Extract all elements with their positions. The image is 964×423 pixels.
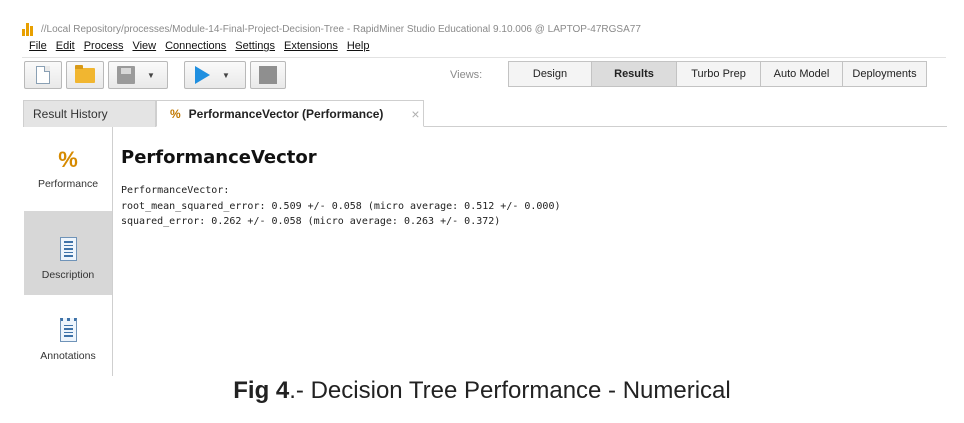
menu-view[interactable]: View (132, 40, 156, 55)
menu-help[interactable]: Help (347, 40, 370, 55)
new-process-icon (36, 66, 50, 84)
page-title: PerformanceVector (121, 147, 317, 168)
figure-caption-text: .- Decision Tree Performance - Numerical (289, 377, 731, 404)
view-design-tab[interactable]: Design (509, 62, 592, 86)
description-line: PerformanceVector: (121, 185, 230, 196)
sidebar-item-label: Annotations (40, 349, 96, 362)
view-deployments-tab[interactable]: Deployments (843, 62, 926, 86)
run-dropdown-icon[interactable]: ▼ (222, 71, 230, 80)
sidebar-item-annotations[interactable]: Annotations (24, 295, 112, 376)
performance-tab-icon: % (170, 106, 181, 121)
figure-number: Fig 4 (233, 377, 290, 404)
open-folder-icon (75, 64, 95, 83)
close-tab-icon[interactable]: × (411, 106, 419, 122)
menu-settings[interactable]: Settings (235, 40, 275, 55)
result-tabs: Result History % PerformanceVector (Perf… (23, 100, 947, 127)
view-results-tab[interactable]: Results (592, 62, 677, 86)
open-process-button[interactable] (66, 61, 104, 89)
views-label: Views: (450, 69, 483, 81)
description-line: squared_error: 0.262 +/- 0.058 (micro av… (121, 216, 501, 227)
save-icon (117, 66, 135, 84)
window-title: //Local Repository/processes/Module-14-F… (41, 23, 641, 35)
run-button[interactable]: ▼ (184, 61, 246, 89)
menu-connections[interactable]: Connections (165, 40, 226, 55)
view-turbo-prep-tab[interactable]: Turbo Prep (677, 62, 761, 86)
view-auto-model-tab[interactable]: Auto Model (761, 62, 843, 86)
tab-result-history[interactable]: Result History (23, 100, 156, 127)
performance-description-panel: PerformanceVector PerformanceVector: roo… (121, 147, 561, 227)
document-icon (59, 237, 77, 261)
sidebar-item-performance[interactable]: % Performance (24, 127, 112, 211)
run-icon (195, 66, 210, 84)
new-process-button[interactable] (24, 61, 62, 89)
views-switcher: Design Results Turbo Prep Auto Model Dep… (508, 61, 927, 87)
tab-performance-label: PerformanceVector (Performance) (188, 106, 384, 121)
menu-file[interactable]: File (29, 40, 47, 55)
window-titlebar: //Local Repository/processes/Module-14-F… (22, 21, 641, 37)
stop-button[interactable] (250, 61, 286, 89)
tab-performance-vector[interactable]: % PerformanceVector (Performance) × (156, 100, 424, 127)
percent-icon: % (58, 147, 78, 172)
sidebar-item-description[interactable]: Description (24, 211, 112, 295)
sidebar-item-label: Performance (37, 178, 99, 190)
stop-icon (259, 66, 277, 84)
sidebar-item-label: Description (41, 269, 95, 281)
menu-bar: File Edit Process View Connections Setti… (29, 40, 369, 55)
description-line: root_mean_squared_error: 0.509 +/- 0.058… (121, 201, 561, 212)
menu-process[interactable]: Process (84, 40, 124, 55)
menu-extensions[interactable]: Extensions (284, 40, 338, 55)
save-dropdown-icon[interactable]: ▼ (147, 71, 155, 80)
rapidminer-logo-icon (22, 22, 35, 36)
save-button[interactable]: ▼ (108, 61, 168, 89)
notepad-icon (59, 317, 77, 342)
menu-edit[interactable]: Edit (56, 40, 75, 55)
result-view-sidebar: % Performance Description Annotations (24, 127, 113, 376)
figure-caption: Fig 4.- Decision Tree Performance - Nume… (0, 377, 964, 405)
